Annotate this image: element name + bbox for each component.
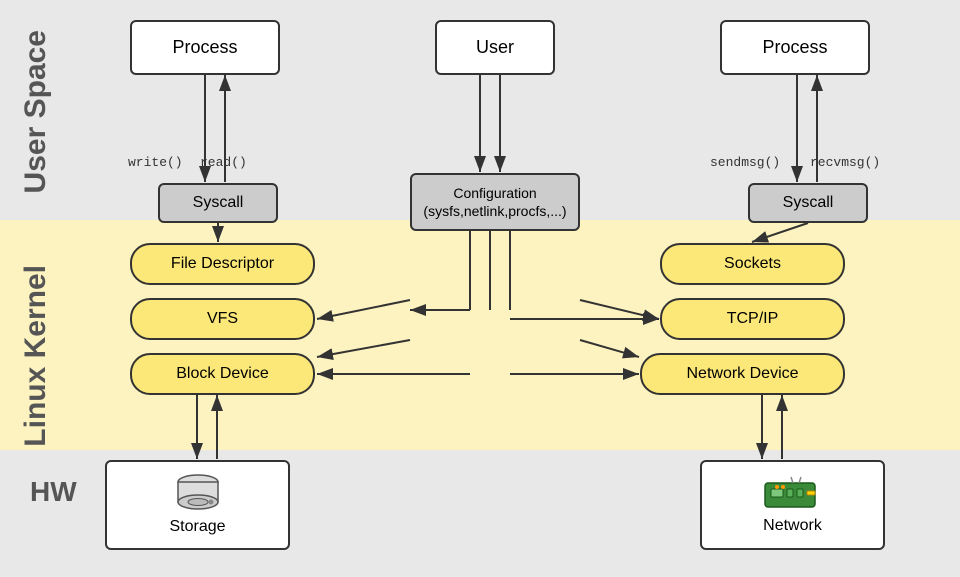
process-right-box: Process xyxy=(720,20,870,75)
user-space-label: User Space xyxy=(18,30,54,193)
storage-box: Storage xyxy=(105,460,290,550)
network-hw-box: Network xyxy=(700,460,885,550)
read-annotation: read() xyxy=(200,155,247,170)
hw-label: HW xyxy=(30,475,77,509)
vfs-box: VFS xyxy=(130,298,315,340)
sockets-box: Sockets xyxy=(660,243,845,285)
write-annotation: write() xyxy=(128,155,183,170)
recvmsg-annotation: recvmsg() xyxy=(810,155,880,170)
kernel-label: Linux Kernel xyxy=(18,265,54,447)
sendmsg-annotation: sendmsg() xyxy=(710,155,780,170)
tcp-ip-box: TCP/IP xyxy=(660,298,845,340)
syscall-right-box: Syscall xyxy=(748,183,868,223)
network-device-box: Network Device xyxy=(640,353,845,395)
storage-icon xyxy=(173,474,223,514)
process-left-box: Process xyxy=(130,20,280,75)
block-device-box: Block Device xyxy=(130,353,315,395)
diagram-container: User Space Linux Kernel HW Process Proce… xyxy=(0,0,960,577)
file-descriptor-box: File Descriptor xyxy=(130,243,315,285)
syscall-left-box: Syscall xyxy=(158,183,278,223)
network-icon xyxy=(763,475,823,513)
configuration-box: Configuration (sysfs,netlink,procfs,...) xyxy=(410,173,580,231)
user-center-box: User xyxy=(435,20,555,75)
